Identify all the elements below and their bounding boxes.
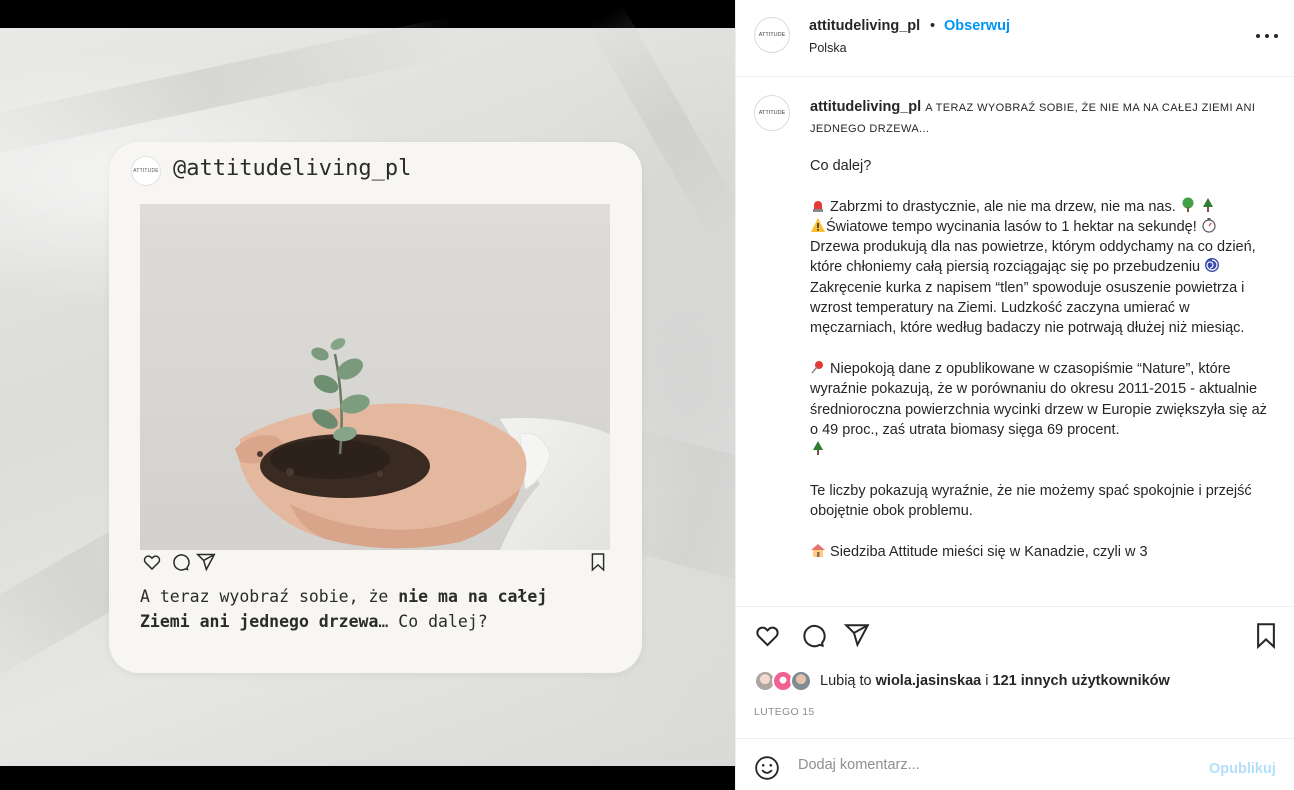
caption-paragraph: Siedziba Attitude mieści się w Kanadzie,… [810,542,1270,562]
author-avatar[interactable]: ATTITUDE [754,17,790,53]
evergreen-emoji-icon [1200,197,1216,213]
likes-count-link[interactable]: 121 innych użytkowników [993,673,1170,689]
caption-avatar[interactable]: ATTITUDE [754,95,790,131]
caption-body: Co dalej? Zabrzmi to drastycznie, ale ni… [810,156,1270,562]
more-options-icon[interactable] [1256,25,1278,47]
card-action-bar [140,552,610,574]
seedling-photo [140,204,610,550]
separator-dot: • [930,18,936,34]
caption-paragraph: Te liczby pokazują wyraźnie, że nie może… [810,482,1252,520]
house-emoji-icon [810,542,826,558]
comment-bar: Opublikuj [736,738,1294,790]
card-handle: @attitudeliving_pl [173,156,412,181]
cyclone-emoji-icon [1204,257,1220,273]
caption-paragraph: Zabrzmi to drastycznie, ale nie ma drzew… [810,197,1256,337]
tree-emoji-icon [1180,197,1196,213]
post-sidebar: ATTITUDE attitudeliving_pl • Obserwuj Po… [735,0,1294,790]
card-avatar: ATTITUDE [131,156,161,186]
caption-paragraph: Niepokoją dane z opublikowane w czasopiś… [810,359,1270,460]
card-caption-text: A teraz wyobraź sobie, że nie ma na całe… [140,587,548,631]
likes-row: Lubią to wiola.jasinskaa i 121 innych uż… [736,664,1294,700]
share-button-icon[interactable] [843,622,870,653]
warning-emoji-icon [810,217,826,233]
liker-username[interactable]: wiola.jasinskaa [876,673,982,689]
heart-icon [142,552,162,577]
author-username[interactable]: attitudeliving_pl [809,18,920,34]
save-button-icon[interactable] [1254,622,1278,654]
comment-button-icon[interactable] [799,622,826,654]
emoji-picker-icon[interactable] [754,755,780,786]
comment-input[interactable] [798,753,1198,777]
evergreen-emoji-icon [810,440,826,456]
post-action-bar [736,608,1294,664]
stopwatch-emoji-icon [1201,217,1217,233]
caption-scroll-area[interactable]: ATTITUDE attitudeliving_pl A teraz wyobr… [736,78,1294,607]
post-header: ATTITUDE attitudeliving_pl • Obserwuj Po… [736,0,1294,77]
post-viewer: ATTITUDE @attitudeliving_pl A teraz wyob… [0,0,1294,790]
liker-avatar[interactable] [790,670,812,692]
publish-button[interactable]: Opublikuj [1209,761,1276,777]
post-card-graphic: ATTITUDE @attitudeliving_pl A teraz wyob… [109,142,642,673]
post-date[interactable]: LUTEGO 15 [754,706,814,718]
post-media[interactable]: ATTITUDE @attitudeliving_pl A teraz wyob… [0,0,735,790]
siren-emoji-icon [810,197,826,213]
share-icon [195,552,216,577]
comment-icon [170,552,190,577]
bookmark-icon [590,552,606,577]
follow-button[interactable]: Obserwuj [944,18,1010,34]
likes-text: Lubią to wiola.jasinskaa i 121 innych uż… [820,673,1170,689]
caption-username[interactable]: attitudeliving_pl [810,99,921,115]
like-button-icon[interactable] [754,622,781,654]
caption-line: Co dalej? [810,158,872,174]
caption-headline: attitudeliving_pl A teraz wyobraź sobie,… [810,97,1270,139]
pushpin-emoji-icon [810,359,826,375]
post-location[interactable]: Polska [809,41,847,55]
